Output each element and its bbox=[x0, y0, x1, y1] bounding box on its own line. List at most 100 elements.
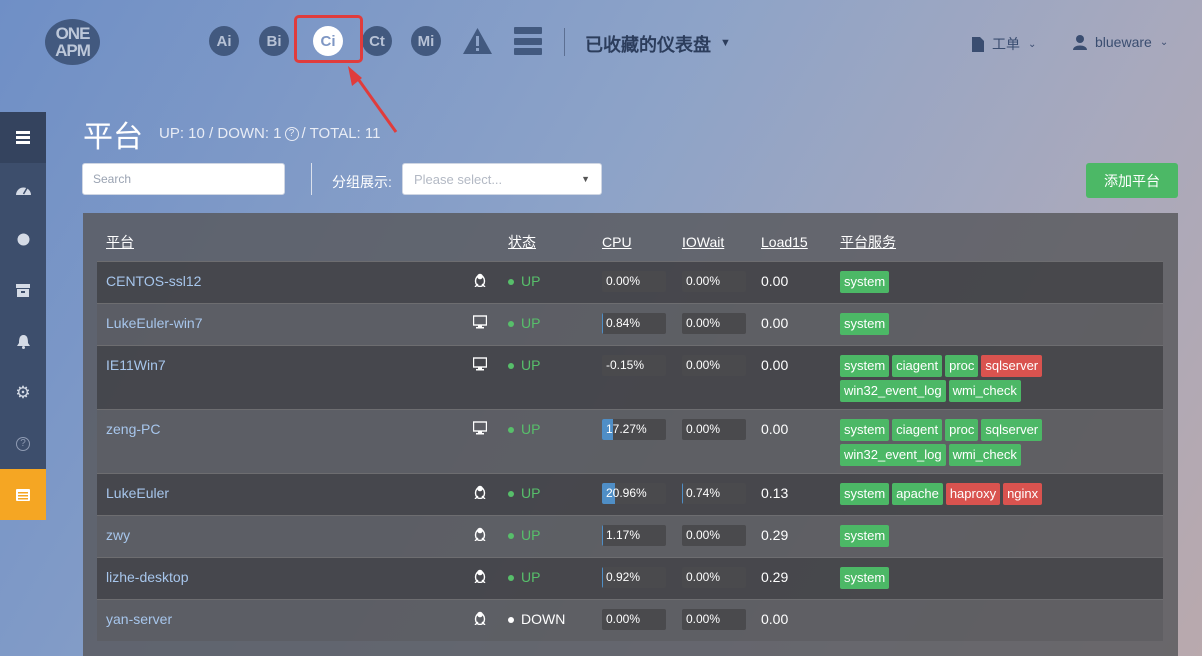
service-tag[interactable]: haproxy bbox=[945, 482, 1001, 505]
sidebar-item-settings[interactable]: ⚙ bbox=[0, 367, 46, 418]
service-tag[interactable]: ciagent bbox=[892, 418, 943, 441]
sidebar-item-platforms[interactable] bbox=[0, 469, 46, 520]
iowait-cell: 0.00% bbox=[682, 515, 761, 557]
header-iowait[interactable]: IOWait bbox=[682, 224, 761, 261]
table-row[interactable]: LukeEuler UP 20.96% 0.74% 0.13 system apache ha… bbox=[97, 473, 1163, 515]
sidebar-item-archive[interactable] bbox=[0, 265, 46, 316]
status-cell: UP bbox=[508, 345, 602, 409]
status-dot-icon bbox=[508, 532, 514, 539]
platform-name-cell[interactable]: CENTOS-ssl12 bbox=[97, 261, 473, 303]
ticket-menu[interactable]: 工单 ⌄ bbox=[972, 34, 1036, 54]
cpu-bar: 0.00% bbox=[602, 270, 666, 292]
service-tag[interactable]: nginx bbox=[1003, 482, 1043, 505]
table-row[interactable]: yan-server DOWN 0.00% 0.00% 0.00 bbox=[97, 599, 1163, 641]
group-label: 分组展示: bbox=[332, 174, 392, 190]
table-row[interactable]: IE11Win7 UP -0.15% 0.00% 0.00 system ciagent pr… bbox=[97, 345, 1163, 409]
service-tag[interactable]: system bbox=[840, 566, 890, 589]
platform-name-link[interactable]: zeng-PC bbox=[106, 421, 160, 437]
circle-icon bbox=[17, 233, 29, 246]
alert-warning-icon[interactable] bbox=[462, 27, 493, 55]
status-dot-icon bbox=[508, 616, 514, 623]
cpu-bar-value: 1.17% bbox=[606, 527, 641, 542]
platform-name-link[interactable]: yan-server bbox=[106, 611, 172, 627]
platform-name-cell[interactable]: zwy bbox=[97, 515, 473, 557]
service-tag[interactable]: apache bbox=[892, 482, 943, 505]
caret-down-icon: ▼ bbox=[581, 174, 590, 184]
service-tag[interactable]: wmi_check bbox=[948, 379, 1021, 402]
table-row[interactable]: CENTOS-ssl12 UP 0.00% 0.00% 0.00 system bbox=[97, 261, 1163, 303]
service-tag[interactable]: system bbox=[840, 418, 890, 441]
chevron-down-icon[interactable]: ▼ bbox=[720, 37, 731, 49]
header-platform[interactable]: 平台 bbox=[97, 224, 508, 261]
iowait-cell: 0.00% bbox=[682, 261, 761, 303]
service-tag[interactable]: proc bbox=[945, 354, 979, 377]
service-tag[interactable]: system bbox=[840, 354, 890, 377]
platform-name-link[interactable]: IE11Win7 bbox=[106, 357, 166, 373]
add-platform-button[interactable]: 添加平台 bbox=[1086, 163, 1178, 198]
service-tag[interactable]: sqlserver bbox=[981, 418, 1043, 441]
platform-name-link[interactable]: LukeEuler bbox=[106, 485, 169, 501]
load15-cell: 0.13 bbox=[761, 484, 789, 501]
platform-name-link[interactable]: lizhe-desktop bbox=[106, 569, 189, 585]
sidebar-item-dashboard[interactable] bbox=[0, 163, 46, 214]
platform-name-cell[interactable]: zeng-PC bbox=[97, 409, 473, 473]
stats-up-down: UP: 10 / DOWN: 1 bbox=[159, 125, 282, 142]
table-row[interactable]: zwy UP 1.17% 0.00% 0.29 system bbox=[97, 515, 1163, 557]
page-title: 平台 bbox=[83, 121, 143, 154]
group-select[interactable]: Please select... ▼ bbox=[402, 163, 602, 195]
platform-name-link[interactable]: LukeEuler-win7 bbox=[106, 315, 203, 331]
platform-name-cell[interactable]: lizhe-desktop bbox=[97, 557, 473, 599]
status-dot-icon bbox=[508, 426, 514, 433]
service-tag[interactable]: sqlserver bbox=[981, 354, 1043, 377]
load15-cell: 0.00 bbox=[761, 272, 789, 289]
platform-name-cell[interactable]: LukeEuler-win7 bbox=[97, 303, 473, 345]
group-select-placeholder: Please select... bbox=[414, 171, 503, 187]
iowait-bar: 0.00% bbox=[682, 524, 746, 546]
platform-name-link[interactable]: CENTOS-ssl12 bbox=[106, 273, 201, 289]
table-row[interactable]: LukeEuler-win7 UP 0.84% 0.00% 0.00 system bbox=[97, 303, 1163, 345]
ticket-label: 工单 bbox=[992, 36, 1020, 52]
user-menu[interactable]: blueware ⌄ bbox=[1073, 34, 1168, 50]
header-load15[interactable]: Load15 bbox=[761, 224, 840, 261]
sidebar-item-alerts[interactable] bbox=[0, 316, 46, 367]
platform-name-link[interactable]: zwy bbox=[106, 527, 130, 543]
service-tag-list: system apache haproxy nginx bbox=[840, 482, 1060, 505]
platform-name-cell[interactable]: yan-server bbox=[97, 599, 473, 641]
cpu-bar-value: 0.84% bbox=[606, 315, 641, 330]
platform-name-cell[interactable]: IE11Win7 bbox=[97, 345, 473, 409]
user-icon bbox=[1073, 34, 1087, 50]
sidebar-item-circle[interactable] bbox=[0, 214, 46, 265]
iowait-bar-value: 0.00% bbox=[686, 569, 721, 584]
table-row[interactable]: zeng-PC UP 17.27% 0.00% 0.00 system ciagent pro… bbox=[97, 409, 1163, 473]
platform-name-cell[interactable]: LukeEuler bbox=[97, 473, 473, 515]
service-tag[interactable]: win32_event_log bbox=[840, 443, 946, 466]
sidebar-item-servers[interactable] bbox=[0, 112, 46, 163]
os-cell bbox=[472, 409, 508, 473]
service-tag[interactable]: wmi_check bbox=[948, 443, 1021, 466]
header-services[interactable]: 平台服务 bbox=[840, 224, 1163, 261]
sidebar-item-help[interactable]: ? bbox=[0, 418, 46, 469]
service-tag[interactable]: win32_event_log bbox=[840, 379, 946, 402]
help-icon[interactable]: ? bbox=[284, 126, 299, 141]
services-cell: system bbox=[840, 515, 1163, 557]
header-status[interactable]: 状态 bbox=[508, 224, 602, 261]
search-input[interactable] bbox=[82, 163, 285, 195]
status-cell: UP bbox=[508, 557, 602, 599]
table-row[interactable]: lizhe-desktop UP 0.92% 0.00% 0.29 system bbox=[97, 557, 1163, 599]
server-stack-icon[interactable] bbox=[514, 27, 542, 55]
services-cell bbox=[840, 599, 1163, 641]
service-tag[interactable]: proc bbox=[945, 418, 979, 441]
iowait-cell: 0.00% bbox=[682, 345, 761, 409]
service-tag[interactable]: system bbox=[840, 482, 890, 505]
nav-divider bbox=[564, 28, 565, 56]
service-tag[interactable]: system bbox=[840, 270, 890, 293]
iowait-bar: 0.00% bbox=[682, 608, 746, 630]
status-text: DOWN bbox=[521, 610, 566, 627]
os-cell bbox=[473, 557, 508, 599]
service-tag[interactable]: system bbox=[840, 524, 890, 547]
services-cell: system bbox=[840, 557, 1163, 599]
header-cpu[interactable]: CPU bbox=[602, 224, 682, 261]
favorite-dashboards-menu[interactable]: 已收藏的仪表盘 bbox=[585, 31, 711, 57]
service-tag[interactable]: ciagent bbox=[892, 354, 943, 377]
service-tag[interactable]: system bbox=[840, 312, 890, 335]
